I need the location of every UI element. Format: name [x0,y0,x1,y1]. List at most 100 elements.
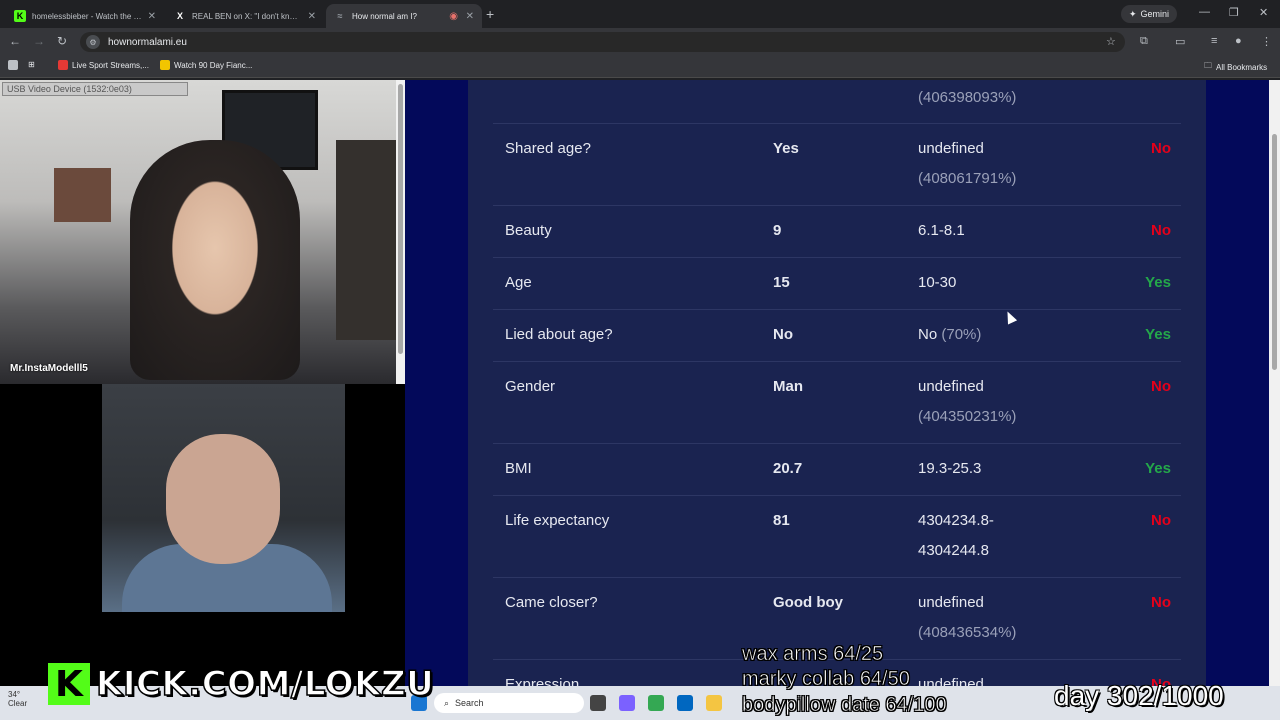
your-value: Man [773,378,803,395]
back-icon[interactable]: ← [9,34,21,48]
table-row: Age 15 10-30 Yes [493,258,1181,310]
apps-icon[interactable] [8,60,18,70]
browser-toolbar: ← → ↻ ⚙ hownormalami.eu ☆ ⧉ ▭ ≡ ● ⋮ [0,28,1280,56]
result-badge: No [1151,140,1171,157]
gemini-button[interactable]: ✦ Gemini [1121,5,1178,23]
normal-value-cont: 4304244.8 [918,542,989,559]
row-label: Shared age? [505,140,591,157]
table-row: Beauty 9 6.1-8.1 No [493,206,1181,258]
tab-real-ben[interactable]: X REAL BEN on X: "I don't know" ✕ [166,4,324,28]
your-value: Yes [773,140,799,157]
profile-avatar-icon[interactable]: ● [1235,35,1242,47]
wall-poster [54,168,111,222]
minimize-icon[interactable]: — [1199,6,1210,18]
tab-strip: K homelessbieber - Watch the VO ✕ X REAL… [0,0,1280,28]
gemini-icon: ✦ [1129,8,1137,19]
streamer-figure [130,140,300,380]
task-view-icon[interactable] [590,695,606,711]
your-value: 9 [773,222,782,239]
result-badge: No [1151,222,1171,239]
folder-icon: 🗀 [1204,61,1212,70]
bookmarks-bar: ⊞ Live Sport Streams,... Watch 90 Day Fi… [0,56,1280,78]
bookmark-star-icon[interactable]: ☆ [1106,35,1116,48]
kick-url-text: KICK.COM/LOKZU [95,663,435,705]
recording-icon: ◉ [449,10,458,22]
copilot-icon[interactable] [619,695,635,711]
x-favicon-icon: X [176,11,183,21]
normal-percent: (70%) [941,326,982,343]
taskbar-search[interactable]: ⌕ Search [434,693,584,713]
close-window-icon[interactable]: ✕ [1259,6,1268,19]
forward-icon[interactable]: → [33,34,45,48]
normal-value: undefined [918,594,984,611]
video-device-select[interactable]: USB Video Device (1532:0e03) [2,82,188,96]
person-face [166,434,280,564]
cast-icon[interactable]: ▭ [1175,35,1185,48]
normal-value: undefined [918,378,984,395]
page-scrollbar[interactable] [1269,80,1280,686]
tab-how-normal[interactable]: ≈ How normal am I? ◉ ✕ [326,4,482,28]
search-placeholder: Search [455,698,484,708]
extensions-icon[interactable]: ⧉ [1140,35,1148,48]
webcam-scrollbar[interactable] [396,80,405,384]
normal-value: No [918,326,938,343]
kick-logo-icon: K [48,663,90,705]
your-value: No [773,326,793,343]
chrome-icon[interactable] [648,695,664,711]
normal-percent: (406398093%) [918,89,1017,106]
search-icon: ⌕ [444,697,450,708]
url-text: hownormalami.eu [108,36,187,48]
file-explorer-icon[interactable] [706,695,722,711]
table-row: Lied about age? No No (70%) Yes [493,310,1181,362]
tab-search-icon[interactable]: ≡ [1211,35,1217,47]
webcam-top: USB Video Device (1532:0e03) Mr.InstaMod… [0,80,396,384]
result-badge: Yes [1145,274,1171,291]
normal-percent: (404350231%) [918,408,1017,425]
result-badge: No [1151,512,1171,529]
normal-value: 19.3-25.3 [918,460,982,477]
your-value: Good boy [773,594,843,611]
all-bookmarks[interactable]: 🗀 All Bookmarks [1204,60,1267,74]
close-tab-icon[interactable]: ✕ [308,11,316,22]
site-favicon-icon: ≈ [337,11,343,21]
bookmark-90-day[interactable]: Watch 90 Day Fianc... [160,60,252,70]
close-tab-icon[interactable]: ✕ [466,11,474,22]
row-label: Expression [505,676,580,686]
row-label: Beauty [505,222,552,239]
restore-icon[interactable]: ❐ [1229,6,1239,19]
normal-value: 10-30 [918,274,957,291]
weather-widget[interactable]: 34° Clear [8,690,27,708]
row-label: Lied about age? [505,326,613,343]
bookmark-live-sport[interactable]: Live Sport Streams,... [58,60,149,70]
your-value: 15 [773,274,790,291]
tab-title: How normal am I? [352,11,417,21]
row-label: Gender [505,378,556,395]
result-badge: No [1151,594,1171,611]
web-page: (406398093%) Shared age? Yes undefined (… [405,80,1269,686]
row-label: Age [505,274,532,291]
reload-icon[interactable]: ↻ [57,34,67,48]
menu-icon[interactable]: ⋮ [1261,35,1272,48]
tab-title: REAL BEN on X: "I don't know" [192,11,302,21]
live-icon [58,60,68,70]
goal-text: bodypillow date 64/100 [742,694,947,717]
results-panel: (406398093%) Shared age? Yes undefined (… [468,80,1206,686]
webcam-frame [102,384,345,612]
row-label: Life expectancy [505,512,610,529]
address-bar[interactable]: ⚙ hownormalami.eu [80,32,1125,52]
new-tab-button[interactable]: + [486,6,494,22]
tab-homelessbieber[interactable]: K homelessbieber - Watch the VO ✕ [6,4,164,28]
normal-percent: (408436534%) [918,624,1017,641]
goal-text: marky collab 64/50 [742,668,910,691]
shelf [336,140,396,340]
weather-text: Clear [8,699,28,708]
close-tab-icon[interactable]: ✕ [148,11,156,22]
site-info-icon[interactable]: ⚙ [86,35,100,49]
table-row: (406398093%) [493,80,1181,124]
normal-percent: (408061791%) [918,170,1017,187]
your-value: 81 [773,512,790,529]
grid-icon[interactable]: ⊞ [28,60,35,69]
gemini-label: Gemini [1140,9,1170,19]
table-row: Shared age? Yes undefined (408061791%) N… [493,124,1181,206]
store-icon[interactable] [677,695,693,711]
